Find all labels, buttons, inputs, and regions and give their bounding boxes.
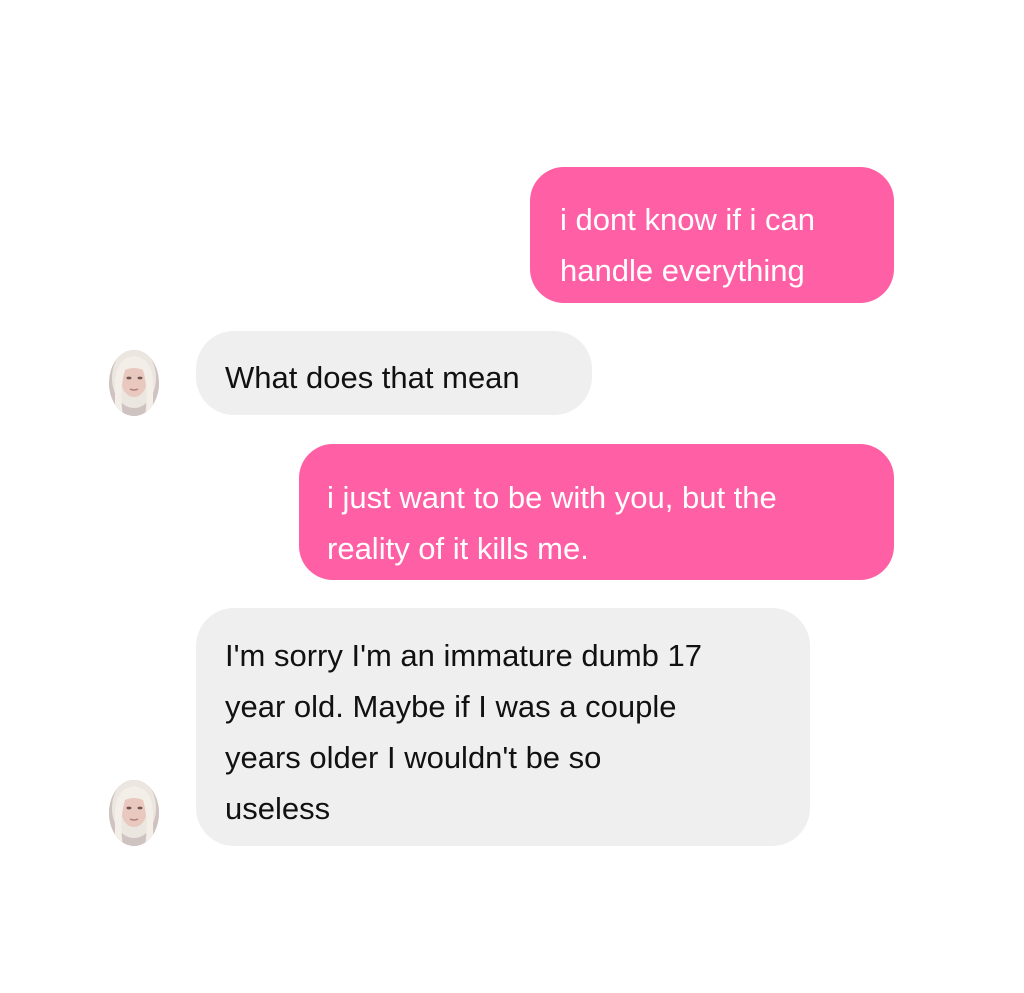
outgoing-message-bubble[interactable]: i dont know if i can handle everything bbox=[530, 167, 894, 303]
avatar-photo-icon bbox=[109, 780, 159, 846]
incoming-message-bubble[interactable]: What does that mean bbox=[196, 331, 592, 415]
contact-avatar[interactable] bbox=[109, 350, 159, 416]
incoming-message-bubble[interactable]: I'm sorry I'm an immature dumb 17 year o… bbox=[196, 608, 810, 846]
outgoing-message-bubble[interactable]: i just want to be with you, but the real… bbox=[299, 444, 894, 580]
contact-avatar[interactable] bbox=[109, 780, 159, 846]
message-thread: i dont know if i can handle everything W… bbox=[0, 0, 1024, 993]
avatar-photo-icon bbox=[109, 350, 159, 416]
